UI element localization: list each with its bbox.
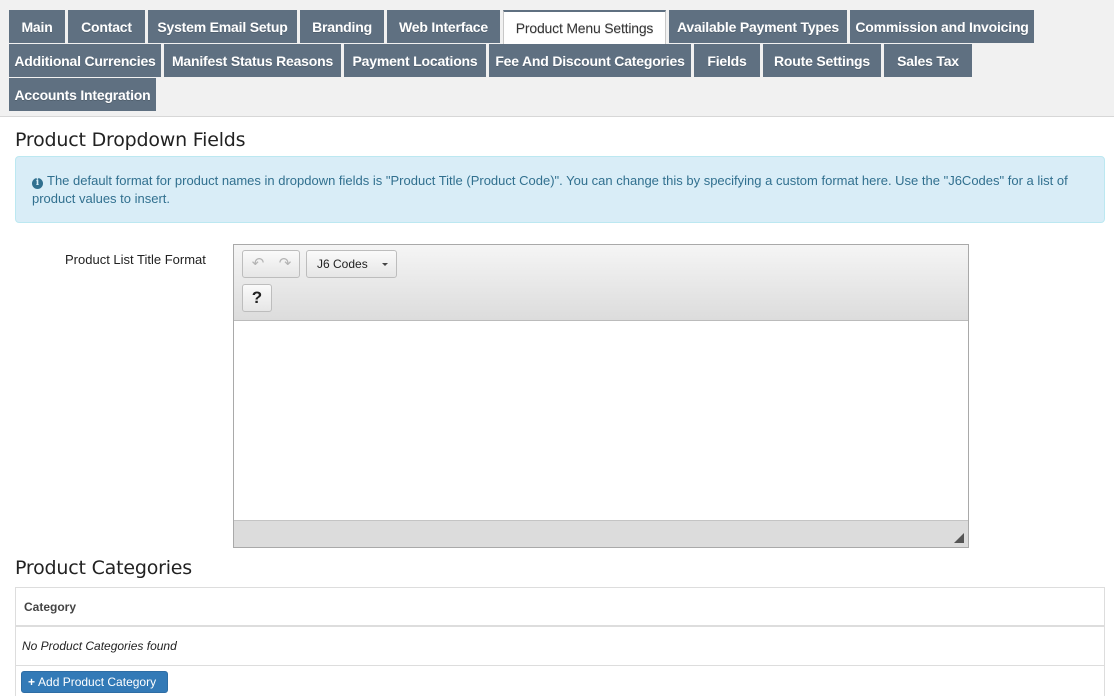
section-title-product-categories: Product Categories <box>15 557 192 579</box>
tab-fields[interactable]: Fields <box>694 44 760 77</box>
add-product-category-button[interactable]: + Add Product Category <box>21 671 168 693</box>
tab-accounts-integration[interactable]: Accounts Integration <box>9 78 156 111</box>
empty-table-message: No Product Categories found <box>16 628 1104 666</box>
tab-system-email-setup[interactable]: System Email Setup <box>148 10 297 43</box>
tab-payment-locations[interactable]: Payment Locations <box>344 44 486 77</box>
tab-web-interface[interactable]: Web Interface <box>387 10 500 43</box>
tab-commission-and-invoicing[interactable]: Commission and Invoicing <box>850 10 1034 43</box>
settings-tab-bar: Main Contact System Email Setup Branding… <box>0 0 1114 117</box>
resize-handle-icon[interactable] <box>954 533 964 543</box>
tab-additional-currencies[interactable]: Additional Currencies <box>9 44 161 77</box>
tab-sales-tax[interactable]: Sales Tax <box>884 44 972 77</box>
product-list-title-format-label: Product List Title Format <box>65 252 206 267</box>
section-title-product-dropdown-fields: Product Dropdown Fields <box>15 129 246 151</box>
editor-toolbar: ↶ ↷ J6 Codes ? <box>234 245 968 321</box>
tab-manifest-status-reasons[interactable]: Manifest Status Reasons <box>164 44 341 77</box>
j6-codes-dropdown-label: J6 Codes <box>317 257 368 271</box>
tab-available-payment-types[interactable]: Available Payment Types <box>669 10 847 43</box>
tab-contact[interactable]: Contact <box>68 10 145 43</box>
tab-fee-and-discount-categories[interactable]: Fee And Discount Categories <box>489 44 691 77</box>
add-product-category-label: Add Product Category <box>38 675 157 689</box>
tab-product-menu-settings[interactable]: Product Menu Settings <box>503 10 666 44</box>
info-alert: i The default format for product names in… <box>15 156 1105 223</box>
editor-status-bar <box>234 520 968 547</box>
j6-codes-dropdown[interactable]: J6 Codes <box>306 250 397 278</box>
help-button[interactable]: ? <box>242 284 272 312</box>
editor-text-area[interactable] <box>234 321 968 521</box>
plus-icon: + <box>28 675 36 689</box>
undo-arrow-icon[interactable]: ↶ <box>248 255 268 273</box>
title-format-editor: ↶ ↷ J6 Codes ? <box>233 244 969 548</box>
redo-arrow-icon[interactable]: ↷ <box>275 255 295 273</box>
info-alert-text: The default format for product names in … <box>32 173 1068 206</box>
chevron-down-icon <box>382 263 388 266</box>
info-circle-icon: i <box>32 178 43 189</box>
tab-branding[interactable]: Branding <box>300 10 384 43</box>
tab-route-settings[interactable]: Route Settings <box>763 44 881 77</box>
product-categories-table: Category No Product Categories found <box>15 587 1105 696</box>
tab-main[interactable]: Main <box>9 10 65 43</box>
undo-redo-group: ↶ ↷ <box>242 250 300 278</box>
column-header-category: Category <box>16 588 1104 627</box>
